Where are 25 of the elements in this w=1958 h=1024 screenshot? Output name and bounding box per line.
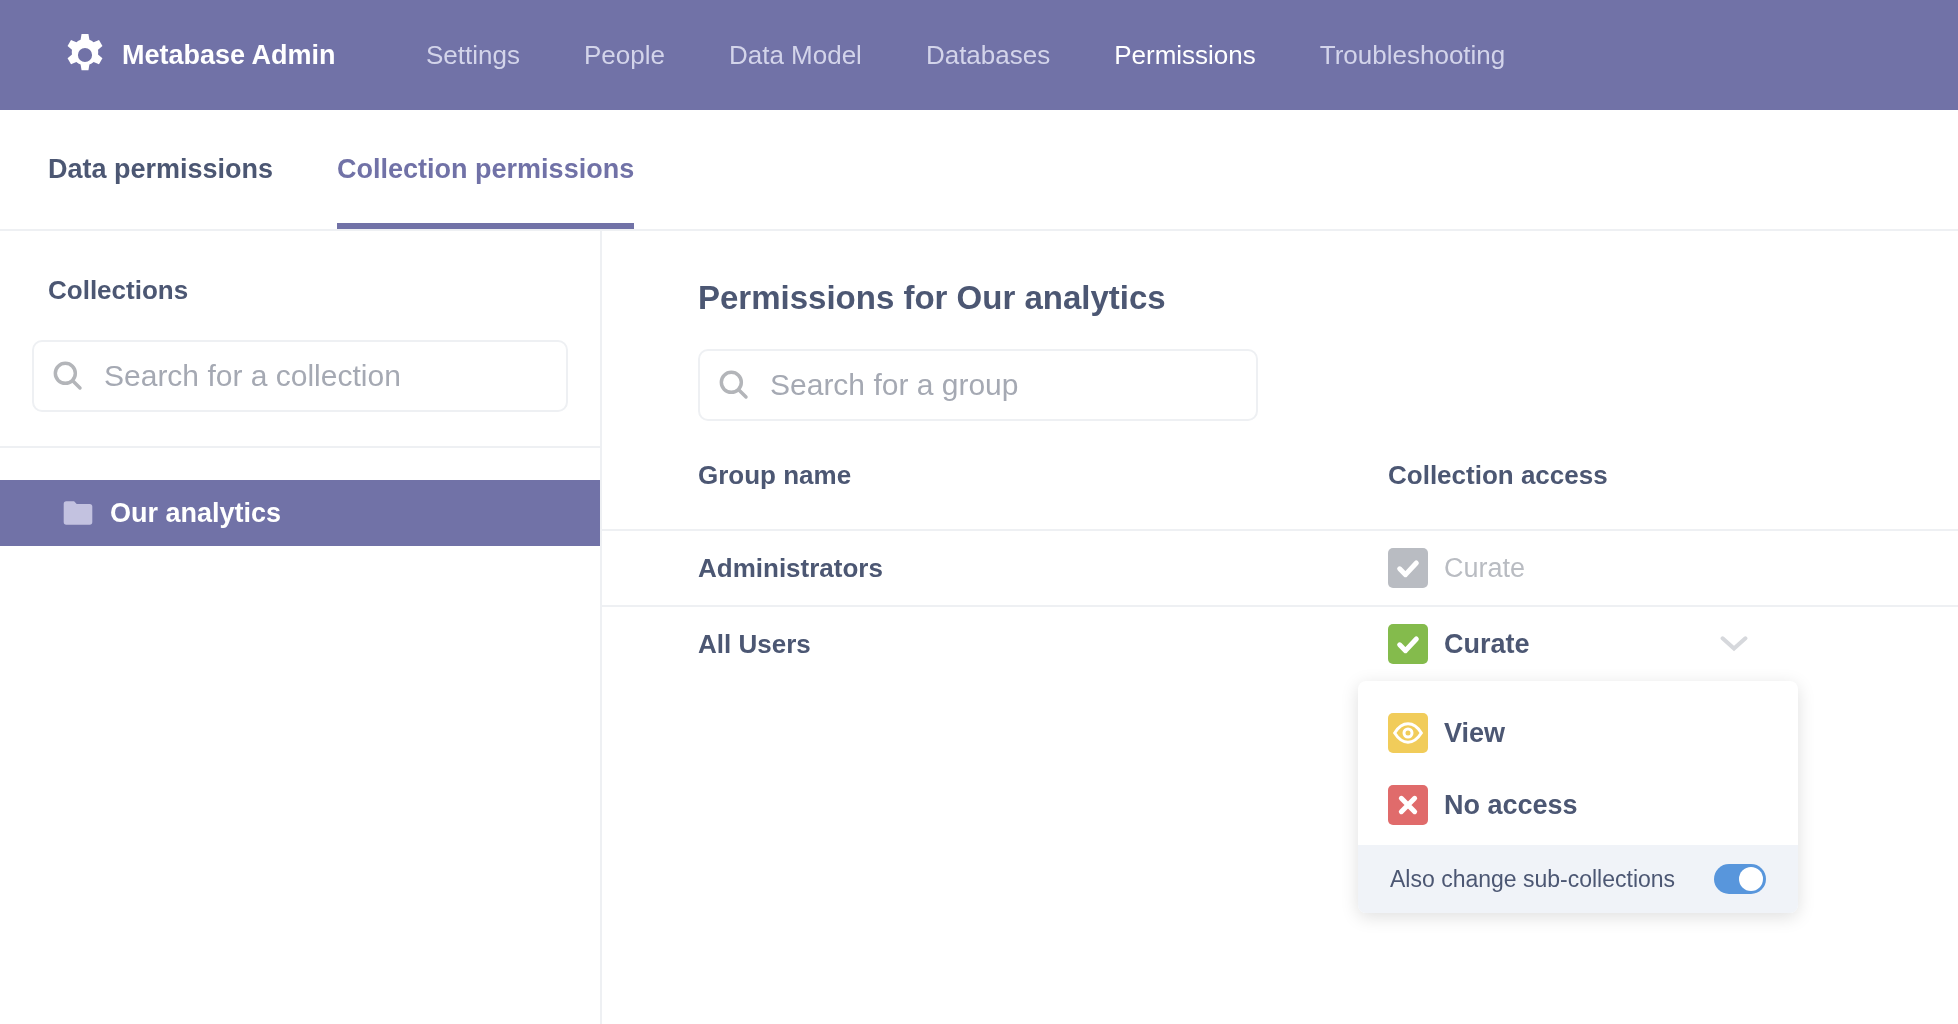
page-title: Permissions for Our analytics <box>698 279 1167 317</box>
app-title: Metabase Admin <box>122 39 336 71</box>
tab[interactable]: Data permissions <box>48 110 274 229</box>
menu-option[interactable]: No access <box>1388 785 1768 825</box>
access-label: Curate <box>1444 552 1526 584</box>
access-label: Curate <box>1444 628 1530 660</box>
nav-link[interactable]: Permissions <box>1114 39 1256 71</box>
collection-item[interactable]: Our analytics <box>0 480 600 546</box>
tab[interactable]: Collection permissions <box>337 110 635 229</box>
nav-link[interactable]: People <box>583 39 665 71</box>
nav-link[interactable]: Databases <box>925 39 1051 71</box>
column-header: Group name <box>698 459 853 491</box>
nav-link[interactable]: Troubleshooting <box>1319 39 1506 71</box>
nav-link[interactable]: Settings <box>426 39 520 71</box>
sidebar-title: Collections <box>47 275 190 306</box>
group-name: All Users <box>698 628 812 660</box>
toggle-label: Also change sub-collections <box>1390 865 1676 893</box>
menu-option[interactable]: View <box>1388 713 1768 753</box>
column-header: Collection access <box>1388 459 1608 491</box>
toggle-switch[interactable] <box>1714 864 1766 894</box>
folder-icon <box>62 500 94 526</box>
nav-link[interactable]: Data Model <box>728 39 862 71</box>
search-field[interactable]: Search for a collection <box>32 340 568 412</box>
search-field[interactable]: Search for a group <box>698 349 1258 421</box>
group-name: Administrators <box>698 552 884 584</box>
